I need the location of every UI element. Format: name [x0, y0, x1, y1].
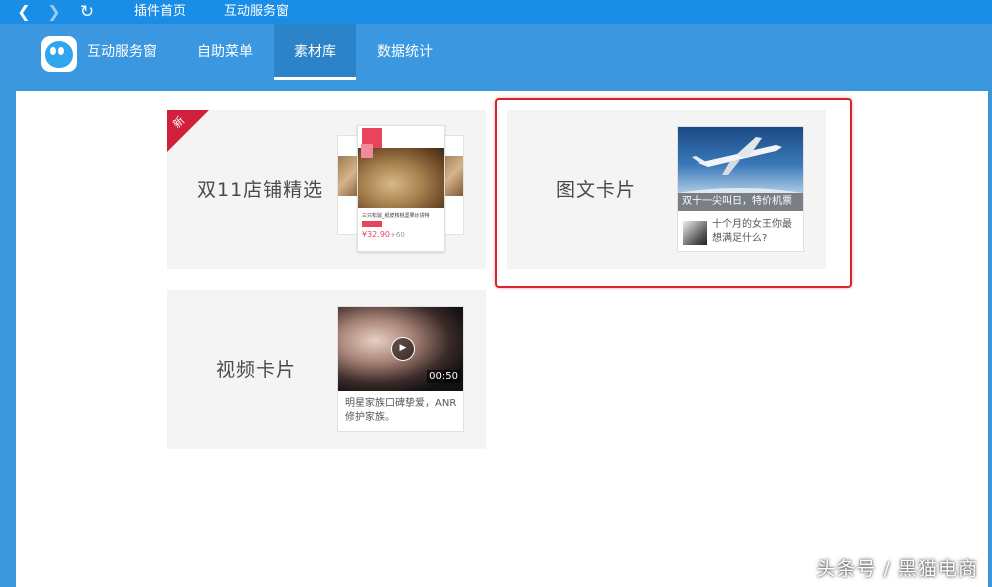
card-video[interactable]: 视频卡片 ▶ 00:50 明星家族口碑挚爱，ANR修护家族。 [167, 290, 486, 449]
tab-self-service-menu[interactable]: 自助菜单 [188, 24, 262, 80]
reload-icon[interactable]: ↻ [78, 2, 96, 22]
video-duration: 00:50 [427, 370, 460, 383]
selection-highlight [495, 98, 852, 288]
watermark: 头条号 / 黑猫电商 [817, 554, 978, 581]
app-header: 互动服务窗 自助菜单 素材库 数据统计 [0, 24, 992, 80]
video-summary: 明星家族口碑挚爱，ANR修护家族。 [345, 397, 461, 425]
back-icon[interactable]: ❮ [15, 2, 33, 22]
material-library-panel: 新 双11店铺精选 三只松鼠_纸皮核桃坚果炒货特 ¥32.90 +60 图文卡片 [16, 91, 988, 587]
product-card: 三只松鼠_纸皮核桃坚果炒货特 ¥32.90 +60 [357, 125, 445, 252]
card-title: 视频卡片 [216, 355, 296, 382]
crumb-plugin-home[interactable]: 插件首页 [134, 3, 186, 21]
promo-tag [362, 221, 382, 227]
tab-statistics[interactable]: 数据统计 [366, 24, 444, 80]
shop-preview: 三只松鼠_纸皮核桃坚果炒货特 ¥32.90 +60 [337, 125, 464, 252]
forward-icon[interactable]: ❯ [45, 2, 63, 22]
app-brand[interactable]: 互动服务窗 [87, 24, 167, 80]
tab-material-library[interactable]: 素材库 [274, 24, 356, 80]
product-sub: +60 [390, 231, 405, 239]
card-double11-shop[interactable]: 新 双11店铺精选 三只松鼠_纸皮核桃坚果炒货特 ¥32.90 +60 [167, 110, 486, 269]
product-title: 三只松鼠_纸皮核桃坚果炒货特 [362, 212, 430, 219]
browser-toolbar: ❮ ❯ ↻ 插件首页 互动服务窗 [0, 0, 992, 24]
product-price: ¥32.90 [362, 230, 390, 239]
card-title: 双11店铺精选 [197, 175, 323, 202]
app-logo-icon [41, 36, 77, 72]
play-icon[interactable]: ▶ [391, 337, 415, 361]
crumb-service-window[interactable]: 互动服务窗 [224, 3, 289, 21]
bookmark-icon [361, 144, 373, 158]
video-preview: ▶ 00:50 明星家族口碑挚爱，ANR修护家族。 [337, 306, 464, 432]
